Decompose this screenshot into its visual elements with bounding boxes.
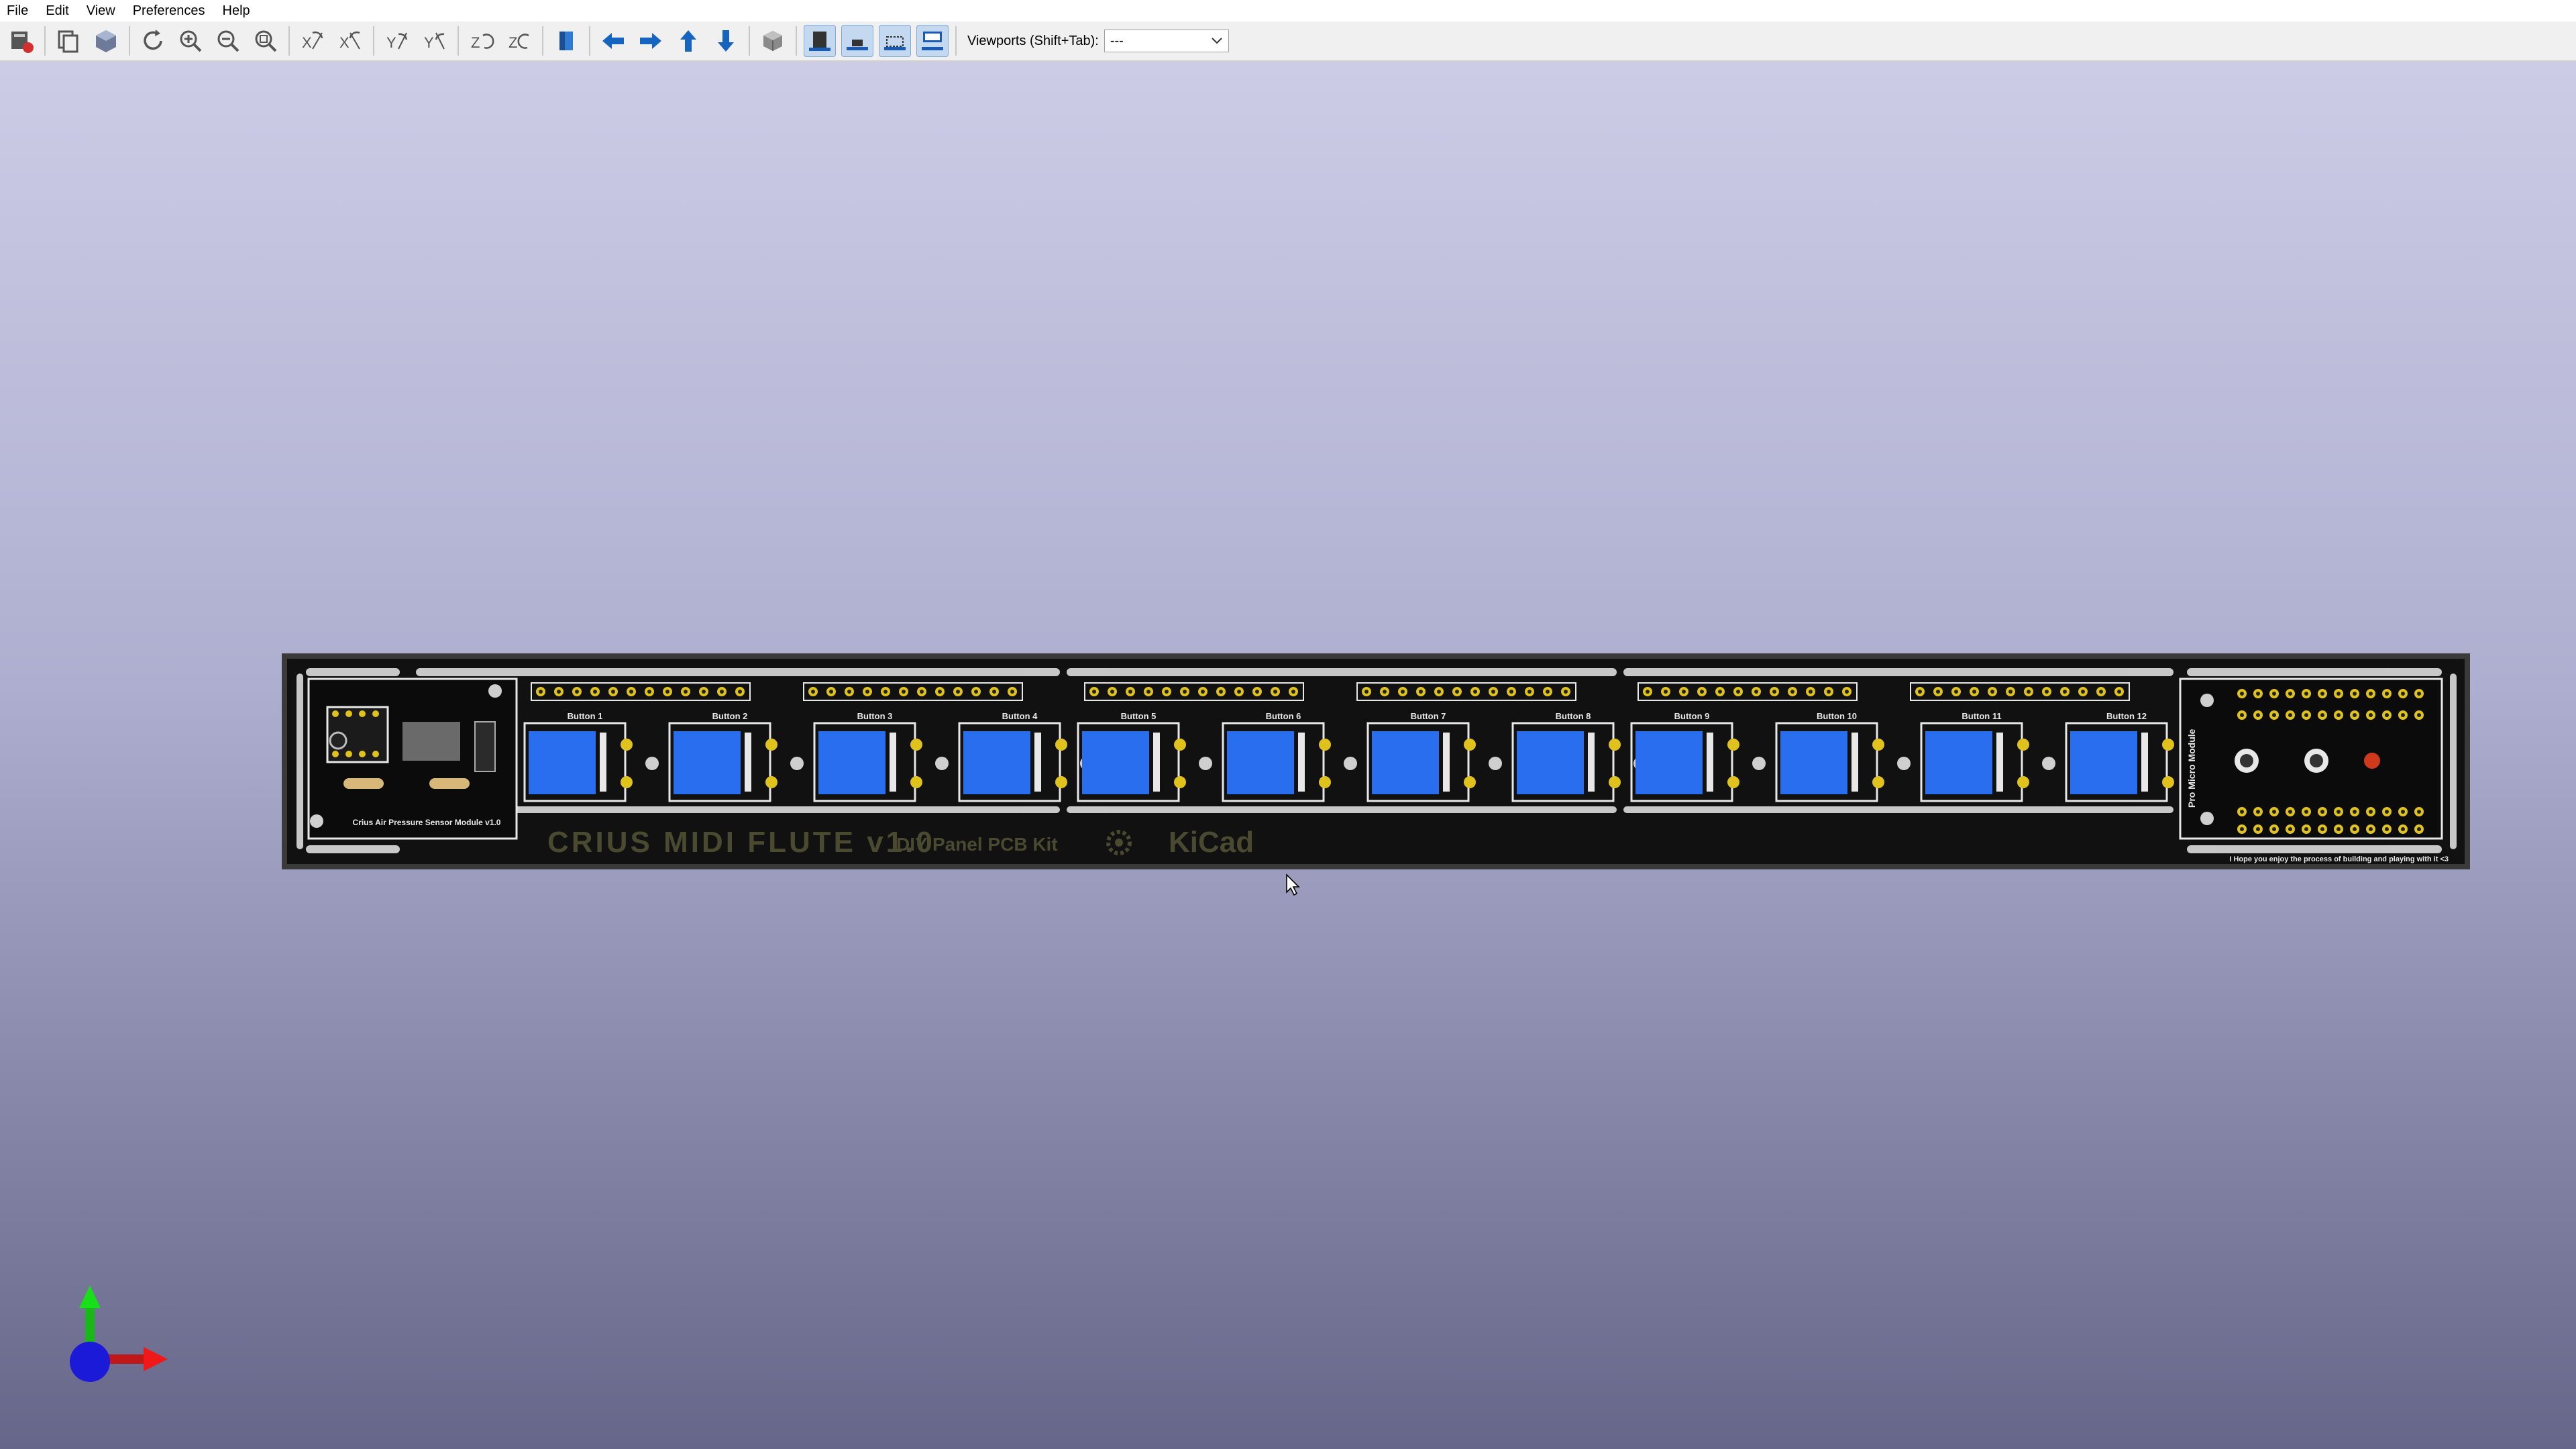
mouse-cursor bbox=[1286, 873, 1300, 896]
move-down-icon bbox=[718, 30, 734, 52]
sensor-module-label: Crius Air Pressure Sensor Module v1.0 bbox=[353, 818, 501, 827]
toolbar-separator bbox=[589, 26, 590, 56]
move-right-button[interactable] bbox=[635, 25, 667, 57]
ortho-toggle-icon bbox=[763, 31, 782, 51]
zoom-fit-icon bbox=[255, 30, 277, 52]
rotate-y-cw-icon: Y bbox=[386, 32, 408, 51]
board-subtitle: DIY Panel PCB Kit bbox=[896, 834, 1058, 855]
pro-micro-module: Pro Micro Module bbox=[2179, 678, 2443, 840]
toolbar-separator bbox=[955, 26, 957, 56]
pcb-button-label: Button 3 bbox=[857, 711, 893, 721]
reload-board-icon bbox=[11, 32, 34, 53]
copy-image-icon bbox=[58, 30, 78, 53]
render-3d-button[interactable] bbox=[90, 25, 122, 57]
move-down-button[interactable] bbox=[710, 25, 742, 57]
rotate-y-ccw-icon: Y bbox=[424, 32, 445, 51]
pcb-button-label: Button 5 bbox=[1121, 711, 1157, 721]
rotate-z-ccw-icon: Z bbox=[508, 34, 529, 51]
pcb-button-label: Button 10 bbox=[1817, 711, 1857, 721]
viewports-label: Viewports (Shift+Tab): bbox=[967, 33, 1099, 48]
zoom-in-button[interactable] bbox=[174, 25, 207, 57]
zoom-in-icon bbox=[180, 30, 202, 52]
reload-board-button[interactable] bbox=[5, 25, 38, 57]
flip-board-button[interactable] bbox=[550, 25, 582, 57]
toolbar-separator bbox=[542, 26, 543, 56]
pcb-button-label: Button 8 bbox=[1556, 711, 1591, 721]
show-virtual-icon bbox=[884, 36, 906, 50]
menu-bar: File Edit View Preferences Help bbox=[0, 0, 2576, 21]
move-up-icon bbox=[680, 30, 696, 52]
axes-indicator bbox=[70, 1285, 168, 1382]
svg-text:X: X bbox=[302, 34, 312, 51]
refresh-button[interactable] bbox=[137, 25, 169, 57]
pro-micro-label: Pro Micro Module bbox=[2186, 729, 2197, 808]
rotate-x-cw-button[interactable]: X bbox=[297, 25, 329, 57]
svg-text:Y: Y bbox=[386, 34, 396, 51]
toolbar-separator bbox=[749, 26, 750, 56]
show-tht-button[interactable] bbox=[916, 25, 949, 57]
show-virtual-button[interactable] bbox=[879, 25, 911, 57]
show-smd-button[interactable] bbox=[841, 25, 873, 57]
zoom-out-icon bbox=[217, 30, 239, 52]
pcb-button-label: Button 2 bbox=[712, 711, 748, 721]
toolbar-separator bbox=[796, 26, 797, 56]
menu-edit[interactable]: Edit bbox=[46, 3, 68, 19]
copy-image-button[interactable] bbox=[52, 25, 85, 57]
pcb-button-label: Button 11 bbox=[1962, 711, 2001, 721]
flip-board-icon bbox=[559, 32, 573, 50]
pcb-button-label: Button 6 bbox=[1266, 711, 1301, 721]
toolbar-separator bbox=[373, 26, 374, 56]
svg-text:Z: Z bbox=[471, 34, 480, 51]
viewports-dropdown[interactable]: --- bbox=[1104, 30, 1229, 52]
rotate-z-cw-button[interactable]: Z bbox=[466, 25, 498, 57]
rotate-y-ccw-button[interactable]: Y bbox=[419, 25, 451, 57]
pcb-board[interactable]: Crius Air Pressure Sensor Module v1.0 CR… bbox=[282, 653, 2470, 869]
chevron-down-icon bbox=[1212, 38, 1222, 44]
rotate-x-cw-icon: X bbox=[302, 31, 323, 51]
pcb-button-label: Button 1 bbox=[568, 711, 603, 721]
3d-viewport[interactable]: Crius Air Pressure Sensor Module v1.0 CR… bbox=[0, 62, 2576, 1449]
svg-text:X: X bbox=[339, 34, 350, 51]
footer-note: I Hope you enjoy the process of building… bbox=[2229, 855, 2449, 863]
move-left-button[interactable] bbox=[597, 25, 629, 57]
move-up-button[interactable] bbox=[672, 25, 704, 57]
rotate-x-ccw-icon: X bbox=[339, 31, 360, 51]
show-body-button[interactable] bbox=[804, 25, 836, 57]
render-3d-icon bbox=[96, 30, 116, 52]
toolbar-separator bbox=[129, 26, 130, 56]
refresh-icon bbox=[144, 30, 162, 50]
menu-help[interactable]: Help bbox=[223, 3, 250, 19]
show-smd-icon bbox=[847, 40, 868, 50]
ortho-toggle-button[interactable] bbox=[757, 25, 789, 57]
pcb-button-label: Button 12 bbox=[2106, 711, 2147, 721]
move-right-icon bbox=[640, 33, 661, 49]
zoom-fit-button[interactable] bbox=[250, 25, 282, 57]
rotate-x-ccw-button[interactable]: X bbox=[334, 25, 366, 57]
viewports-dropdown-value: --- bbox=[1110, 33, 1124, 48]
pcb-button-label: Button 4 bbox=[1002, 711, 1038, 721]
kicad-logo: KiCad bbox=[1169, 826, 1254, 859]
sensor-module: Crius Air Pressure Sensor Module v1.0 bbox=[307, 678, 518, 840]
move-left-icon bbox=[602, 33, 624, 49]
rotate-z-cw-icon: Z bbox=[471, 34, 494, 51]
menu-view[interactable]: View bbox=[87, 3, 115, 19]
toolbar: X X Y Y Z Z Viewports (Shift+Tab): --- bbox=[0, 21, 2576, 62]
show-body-icon bbox=[809, 32, 830, 51]
svg-text:Z: Z bbox=[508, 34, 517, 51]
menu-preferences[interactable]: Preferences bbox=[133, 3, 205, 19]
pcb-button-label: Button 9 bbox=[1674, 711, 1710, 721]
menu-file[interactable]: File bbox=[7, 3, 28, 19]
pcb-button-label: Button 7 bbox=[1411, 711, 1446, 721]
board-title: CRIUS MIDI FLUTE v1.0 bbox=[547, 826, 935, 859]
toolbar-separator bbox=[458, 26, 459, 56]
svg-text:Y: Y bbox=[424, 34, 434, 51]
show-tht-icon bbox=[922, 32, 943, 50]
rotate-z-ccw-button[interactable]: Z bbox=[503, 25, 535, 57]
rotate-y-cw-button[interactable]: Y bbox=[381, 25, 413, 57]
zoom-out-button[interactable] bbox=[212, 25, 244, 57]
toolbar-separator bbox=[44, 26, 46, 56]
toolbar-separator bbox=[288, 26, 290, 56]
